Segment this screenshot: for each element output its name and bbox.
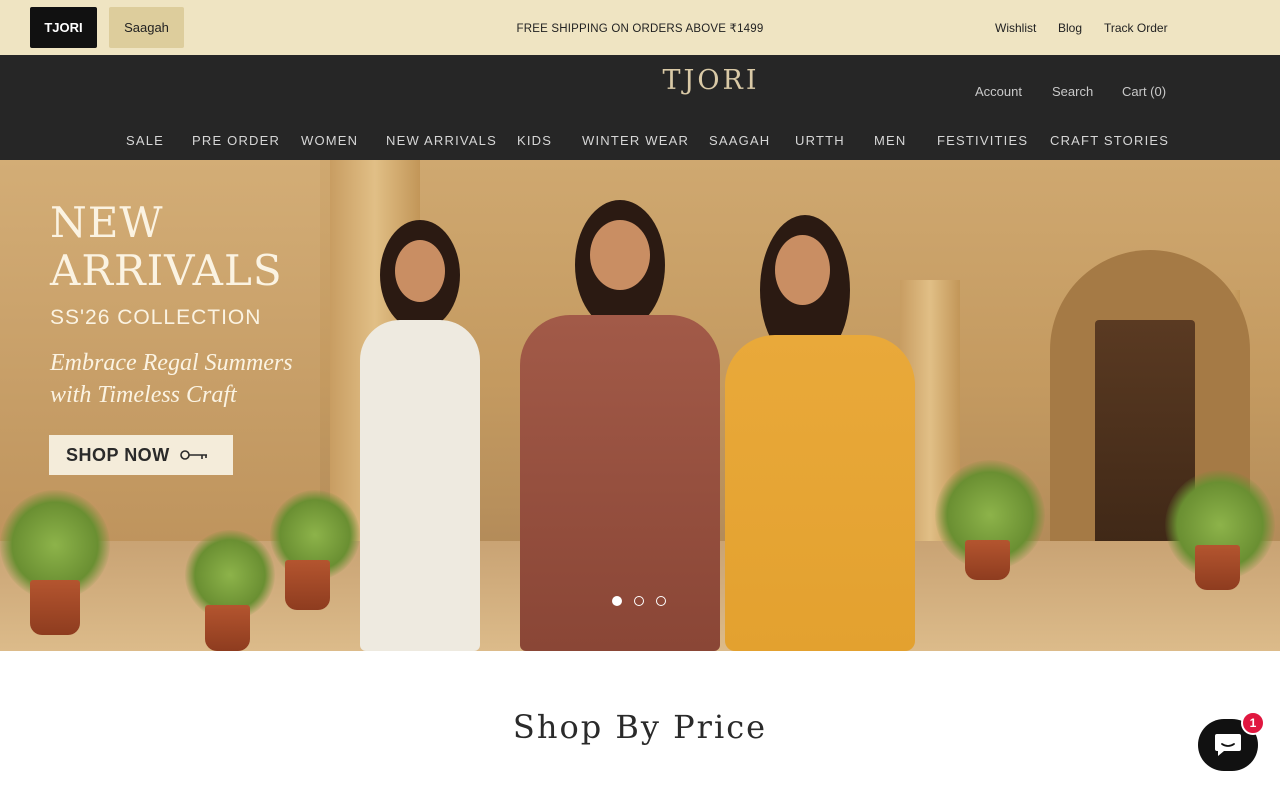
- cart-link[interactable]: Cart (0): [1122, 81, 1166, 101]
- chat-bubble-icon: [1215, 734, 1241, 756]
- nav-item-women[interactable]: WOMEN: [301, 127, 358, 153]
- hero-subtitle: SS'26 COLLECTION: [50, 306, 262, 329]
- hero-banner[interactable]: NEW ARRIVALS SS'26 COLLECTION Embrace Re…: [0, 160, 1280, 651]
- blog-link[interactable]: Blog: [1058, 0, 1082, 55]
- free-shipping-announcement: FREE SHIPPING ON ORDERS ABOVE ₹1499: [516, 22, 764, 35]
- hero-title: ARRIVALS: [50, 246, 283, 295]
- shop-by-price-heading: Shop By Price: [512, 708, 768, 746]
- store-tab-tjori[interactable]: TJORI: [30, 7, 97, 48]
- main-navigation: SALE PRE ORDER WOMEN NEW ARRIVALS KIDS W…: [0, 127, 1280, 153]
- key-icon: [179, 450, 207, 460]
- shop-now-button[interactable]: SHOP NOW: [49, 435, 233, 475]
- plant-pot: [1195, 545, 1240, 590]
- nav-item-kids[interactable]: KIDS: [517, 127, 552, 153]
- nav-item-men[interactable]: MEN: [874, 127, 907, 153]
- hero-tagline: Embrace Regal Summers: [50, 350, 293, 376]
- hero-tagline: with Timeless Craft: [50, 382, 237, 408]
- nav-item-urtth[interactable]: URTTH: [795, 127, 845, 153]
- carousel-dot-3[interactable]: [656, 596, 666, 606]
- site-header: TJORI Account Search Cart (0) SALE PRE O…: [0, 55, 1280, 160]
- track-order-link[interactable]: Track Order: [1104, 0, 1168, 55]
- store-tab-saagah[interactable]: Saagah: [109, 7, 184, 48]
- carousel-dots: [612, 596, 666, 606]
- model-printed-kaftan: [520, 200, 720, 651]
- nav-item-pre-order[interactable]: PRE ORDER: [192, 127, 280, 153]
- plant-pot: [205, 605, 250, 651]
- model-white-kurta: [340, 220, 500, 651]
- plant-pot: [965, 540, 1010, 580]
- nav-item-craft-stories[interactable]: CRAFT STORIES: [1050, 127, 1169, 153]
- search-link[interactable]: Search: [1052, 81, 1093, 101]
- hero-title: NEW: [50, 198, 164, 247]
- shop-now-label: SHOP NOW: [66, 444, 170, 465]
- model-yellow-dress: [700, 215, 940, 651]
- plant-pot: [30, 580, 80, 635]
- carousel-dot-2[interactable]: [634, 596, 644, 606]
- carousel-dot-1[interactable]: [612, 596, 622, 606]
- announcement-bar: TJORI Saagah FREE SHIPPING ON ORDERS ABO…: [0, 0, 1280, 55]
- nav-item-festivities[interactable]: FESTIVITIES: [937, 127, 1028, 153]
- plant-pot: [285, 560, 330, 610]
- chat-unread-badge: 1: [1241, 711, 1265, 735]
- nav-item-winter-wear[interactable]: WINTER WEAR: [582, 127, 689, 153]
- tjori-logo[interactable]: TJORI: [611, 65, 811, 96]
- wishlist-link[interactable]: Wishlist: [995, 0, 1036, 55]
- nav-item-sale[interactable]: SALE: [126, 127, 164, 153]
- account-link[interactable]: Account: [975, 81, 1022, 101]
- nav-item-new-arrivals[interactable]: NEW ARRIVALS: [386, 127, 497, 153]
- nav-item-saagah[interactable]: SAAGAH: [709, 127, 770, 153]
